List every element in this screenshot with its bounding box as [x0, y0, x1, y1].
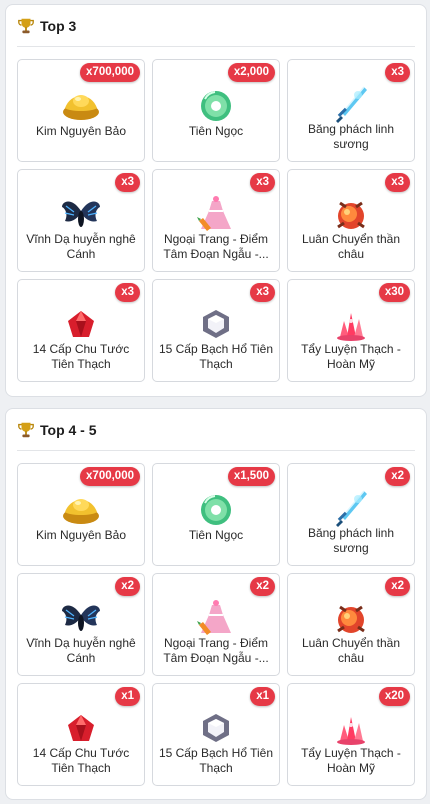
- item-name-label: Tẩy Luyện Thạch - Hoàn Mỹ: [301, 746, 401, 775]
- fire-orb-icon: [328, 595, 374, 641]
- item-name-label: 14 Cấp Chu Tước Tiên Thạch: [32, 746, 130, 775]
- reward-item-card[interactable]: x3 Ngoại Trang - Điểm Tâm Đoạn Ngẫu -...: [152, 169, 280, 272]
- dark-wings-icon: [58, 191, 104, 237]
- reward-item-card[interactable]: x20 Tẩy Luyện Thạch - Hoàn Mỹ: [287, 683, 415, 786]
- quantity-badge: x1: [250, 687, 275, 706]
- gold-ingot-icon: [58, 81, 104, 127]
- quantity-badge: x2: [385, 467, 410, 486]
- section-header: Top 3: [17, 5, 415, 47]
- item-name-label: Vĩnh Dạ huyễn nghê Cánh: [26, 636, 136, 665]
- quantity-badge: x20: [378, 687, 410, 706]
- item-name-label: Ngoại Trang - Điểm Tâm Đoạn Ngẫu -...: [163, 636, 269, 665]
- item-name-label: Luân Chuyển thần châu: [301, 232, 401, 261]
- reward-item-card[interactable]: x3 14 Cấp Chu Tước Tiên Thạch: [17, 279, 145, 382]
- item-name-label: Tẩy Luyện Thạch - Hoàn Mỹ: [301, 342, 401, 371]
- fire-orb-icon: [328, 191, 374, 237]
- item-name-label: Vĩnh Dạ huyễn nghê Cánh: [26, 232, 136, 261]
- quantity-badge: x2: [115, 577, 140, 596]
- item-name-label: Tiên Ngọc: [188, 124, 244, 138]
- reward-item-card[interactable]: x1 14 Cấp Chu Tước Tiên Thạch: [17, 683, 145, 786]
- section-header: Top 4 - 5: [17, 409, 415, 451]
- quantity-badge: x3: [385, 173, 410, 192]
- quantity-badge: x3: [250, 283, 275, 302]
- item-name-label: Băng phách linh sương: [307, 122, 395, 151]
- section-title: Top 4 - 5: [40, 421, 97, 438]
- item-name-label: Tiên Ngọc: [188, 528, 244, 542]
- reward-section-top-3: Top 3 x700,000 Kim Nguyên Bảo x2,000 Tiên N…: [5, 4, 427, 397]
- item-name-label: Kim Nguyên Bảo: [35, 528, 127, 542]
- reward-item-card[interactable]: x3 15 Cấp Bạch Hổ Tiên Thạch: [152, 279, 280, 382]
- dark-wings-icon: [58, 595, 104, 641]
- quantity-badge: x700,000: [80, 63, 140, 82]
- quantity-badge: x3: [385, 63, 410, 82]
- pink-dress-icon: [193, 191, 239, 237]
- gold-ingot-icon: [58, 485, 104, 531]
- quantity-badge: x2: [385, 577, 410, 596]
- quantity-badge: x3: [115, 283, 140, 302]
- white-gem-icon: [193, 301, 239, 347]
- reward-item-card[interactable]: x3 Băng phách linh sương: [287, 59, 415, 162]
- item-name-label: 15 Cấp Bạch Hổ Tiên Thạch: [158, 746, 274, 775]
- red-gem-icon: [58, 301, 104, 347]
- reward-item-card[interactable]: x2 Luân Chuyển thần châu: [287, 573, 415, 676]
- reward-grid: x700,000 Kim Nguyên Bảo x2,000 Tiên Ngọc x3 B…: [17, 59, 415, 382]
- quantity-badge: x700,000: [80, 467, 140, 486]
- jade-disc-icon: [193, 485, 239, 531]
- pink-crystal-icon: [328, 705, 374, 751]
- item-name-label: Kim Nguyên Bảo: [35, 124, 127, 138]
- item-name-label: 14 Cấp Chu Tước Tiên Thạch: [32, 342, 130, 371]
- quantity-badge: x2: [250, 577, 275, 596]
- section-title: Top 3: [40, 17, 77, 34]
- reward-item-card[interactable]: x2 Vĩnh Dạ huyễn nghê Cánh: [17, 573, 145, 676]
- reward-item-card[interactable]: x3 Luân Chuyển thần châu: [287, 169, 415, 272]
- item-name-label: 15 Cấp Bạch Hổ Tiên Thạch: [158, 342, 274, 371]
- item-name-label: Luân Chuyển thần châu: [301, 636, 401, 665]
- quantity-badge: x3: [115, 173, 140, 192]
- item-name-label: Băng phách linh sương: [307, 526, 395, 555]
- reward-item-card[interactable]: x2 Ngoại Trang - Điểm Tâm Đoạn Ngẫu -...: [152, 573, 280, 676]
- reward-item-card[interactable]: x2,000 Tiên Ngọc: [152, 59, 280, 162]
- quantity-badge: x3: [250, 173, 275, 192]
- reward-item-card[interactable]: x2 Băng phách linh sương: [287, 463, 415, 566]
- pink-dress-icon: [193, 595, 239, 641]
- trophy-icon: [17, 421, 35, 439]
- reward-item-card[interactable]: x1 15 Cấp Bạch Hổ Tiên Thạch: [152, 683, 280, 786]
- quantity-badge: x1,500: [227, 467, 275, 486]
- ice-sword-icon: [328, 485, 374, 531]
- red-gem-icon: [58, 705, 104, 751]
- reward-item-card[interactable]: x3 Vĩnh Dạ huyễn nghê Cánh: [17, 169, 145, 272]
- jade-disc-icon: [193, 81, 239, 127]
- reward-grid: x700,000 Kim Nguyên Bảo x1,500 Tiên Ngọc x2 B…: [17, 463, 415, 786]
- white-gem-icon: [193, 705, 239, 751]
- pink-crystal-icon: [328, 301, 374, 347]
- quantity-badge: x1: [115, 687, 140, 706]
- reward-item-card[interactable]: x30 Tẩy Luyện Thạch - Hoàn Mỹ: [287, 279, 415, 382]
- quantity-badge: x2,000: [227, 63, 275, 82]
- item-name-label: Ngoại Trang - Điểm Tâm Đoạn Ngẫu -...: [163, 232, 269, 261]
- reward-item-card[interactable]: x700,000 Kim Nguyên Bảo: [17, 463, 145, 566]
- reward-item-card[interactable]: x700,000 Kim Nguyên Bảo: [17, 59, 145, 162]
- reward-item-card[interactable]: x1,500 Tiên Ngọc: [152, 463, 280, 566]
- reward-section-top-4-5: Top 4 - 5 x700,000 Kim Nguyên Bảo x1,500 Ti…: [5, 408, 427, 800]
- trophy-icon: [17, 17, 35, 35]
- quantity-badge: x30: [378, 283, 410, 302]
- ice-sword-icon: [328, 81, 374, 127]
